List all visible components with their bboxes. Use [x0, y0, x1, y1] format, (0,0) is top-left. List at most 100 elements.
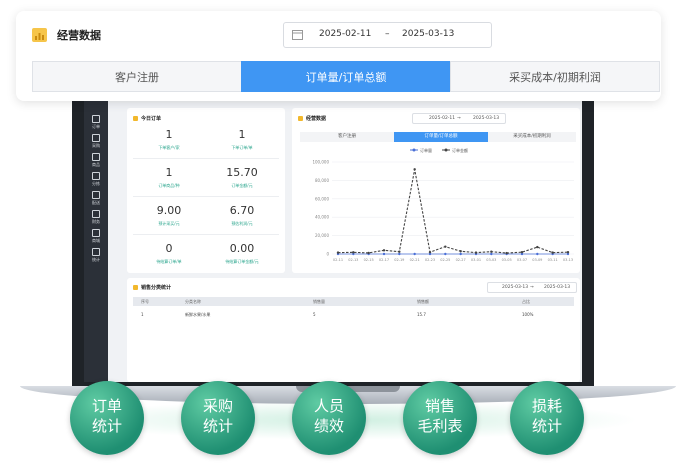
- stat-value: 6.70: [229, 204, 255, 217]
- y-tick-label: 40,000: [315, 215, 329, 220]
- tab-purchase-cost[interactable]: 采买成本/初期利润: [450, 61, 660, 92]
- feature-circle[interactable]: 人员 绩效: [292, 381, 366, 455]
- legend-marker: [412, 148, 416, 152]
- legend-marker: [444, 148, 448, 152]
- mini-date-range[interactable]: 2025-02-11 → 2025-03-13: [412, 113, 506, 124]
- stat-label: 订单商品/种: [158, 183, 180, 188]
- date-start: 2025-02-11: [319, 29, 372, 39]
- sidebar-item-label: 统计: [92, 257, 100, 262]
- data-point: [428, 250, 432, 254]
- orders-line-chart: 订单量 订单金额100,00080,00060,00040,00020,00000…: [312, 147, 574, 262]
- x-tick-label: 02-27: [456, 258, 466, 262]
- x-tick-label: 02-19: [394, 258, 404, 262]
- x-tick-label: 02-21: [410, 258, 420, 262]
- chart-icon: [32, 28, 47, 42]
- sidebar-item[interactable]: 统计: [86, 248, 106, 262]
- feature-line1: 损耗: [531, 397, 562, 415]
- x-tick-label: 03-07: [517, 258, 527, 262]
- data-point: [413, 168, 416, 171]
- box-icon: [92, 172, 100, 180]
- x-tick-label: 03-05: [502, 258, 512, 262]
- y-tick-label: 0: [326, 252, 329, 257]
- mini-tabs: 客户注册 订单量/订单总额 采买成本/初期利润: [300, 132, 576, 142]
- data-point: [474, 251, 478, 254]
- card-tabs: 客户注册 订单量/订单总额 采买成本/初期利润: [32, 61, 660, 92]
- laptop-screen: 管理订单采购商品分拣配送财务商城统计 今日订单 1下单客户/家1下单订单/单1订…: [84, 92, 582, 382]
- mini-tab[interactable]: 采买成本/初期利润: [488, 132, 576, 142]
- x-tick-label: 02-11: [333, 258, 343, 262]
- sales-date-range[interactable]: 2025-03-13 → 2025-03-13: [487, 282, 577, 293]
- date-end: 2025-03-13: [402, 29, 455, 39]
- sales-date-start: 2025-03-13: [502, 285, 529, 290]
- feature-circle[interactable]: 订单 统计: [70, 381, 144, 455]
- y-tick-label: 80,000: [315, 178, 329, 183]
- tab-customer-register[interactable]: 客户注册: [32, 61, 242, 92]
- x-tick-label: 03-09: [532, 258, 542, 262]
- data-point: [382, 249, 386, 252]
- panel-marker-icon: [133, 116, 138, 121]
- series-line-amount: [337, 169, 569, 254]
- sidebar-item[interactable]: 采购: [86, 134, 106, 148]
- tab-orders[interactable]: 订单量/订单总额: [241, 61, 451, 92]
- feature-line2: 统计: [202, 417, 233, 435]
- data-point: [444, 245, 447, 248]
- data-point: [490, 252, 493, 256]
- app-sidebar: 管理订单采购商品分拣配送财务商城统计: [84, 92, 108, 382]
- sales-date-sep: →: [530, 285, 534, 290]
- feature-circle[interactable]: 采购 统计: [181, 381, 255, 455]
- table-cell: 100%: [522, 312, 534, 317]
- data-point: [459, 250, 462, 253]
- sidebar-item[interactable]: 订单: [86, 115, 106, 129]
- sidebar-item[interactable]: 商品: [86, 153, 106, 167]
- data-point: [398, 252, 401, 256]
- sidebar-item-label: 商城: [92, 238, 100, 243]
- x-tick-label: 03-13: [563, 258, 573, 262]
- mini-tab[interactable]: 客户注册: [300, 132, 394, 142]
- feature-circle[interactable]: 损耗 统计: [510, 381, 584, 455]
- feature-line1: 订单: [91, 397, 122, 415]
- sidebar-item-label: 分拣: [92, 181, 100, 186]
- feature-line1: 人员: [313, 397, 344, 415]
- table-cell: 15.7: [417, 312, 426, 317]
- divider: [133, 234, 279, 235]
- calendar-icon: [292, 30, 303, 40]
- sidebar-item[interactable]: 商城: [86, 229, 106, 243]
- panel-marker-icon: [133, 285, 138, 290]
- stat-label: 预估利润/元: [231, 221, 253, 226]
- feature-line2: 绩效: [313, 417, 344, 435]
- sidebar-item[interactable]: 分拣: [86, 172, 106, 186]
- feature-line2: 统计: [531, 417, 562, 435]
- data-point: [352, 251, 355, 254]
- date-separator: –: [385, 29, 390, 39]
- data-point: [398, 250, 401, 253]
- stat-value: 0.00: [229, 242, 255, 255]
- sales-date-end: 2025-03-13: [544, 285, 571, 290]
- home-icon: [92, 153, 100, 161]
- table-header-cell: 销售额: [417, 299, 429, 304]
- feature-circle[interactable]: 销售 毛利表: [403, 381, 477, 455]
- y-tick-label: 100,000: [312, 160, 329, 165]
- stat-value: 1: [238, 128, 246, 141]
- x-tick-label: 03-01: [471, 258, 481, 262]
- today-orders-panel: 今日订单 1 下单客户/家 1 下单订单/单 1 订单商品/种 15.70 订单金额/元 9.0…: [127, 108, 285, 273]
- sidebar-item[interactable]: 配送: [86, 191, 106, 205]
- truck-icon: [92, 191, 100, 199]
- stat-label: 下单订单/单: [231, 145, 253, 150]
- mini-tab[interactable]: 订单量/订单总额: [394, 132, 488, 142]
- cart-icon: [92, 134, 100, 142]
- mini-date-end: 2025-03-13: [473, 116, 500, 121]
- sidebar-item[interactable]: 财务: [86, 210, 106, 224]
- feature-line2: 毛利表: [417, 417, 463, 435]
- database-icon: [92, 210, 100, 218]
- feature-line1: 销售: [424, 397, 455, 415]
- date-range-picker[interactable]: 2025-02-11 – 2025-03-13: [283, 22, 492, 48]
- table-header-cell: 销售量: [313, 299, 325, 304]
- data-point: [367, 251, 370, 255]
- business-data-panel: 经营数据 2025-02-11 → 2025-03-13 客户注册 订单量/订单总…: [292, 108, 580, 273]
- sidebar-item-label: 订单: [92, 124, 100, 129]
- apps-icon: [92, 229, 100, 237]
- sidebar-item-label: 财务: [92, 219, 100, 224]
- stat-label: 订单金额/元: [231, 183, 253, 188]
- sidebar-item-label: 商品: [92, 162, 100, 167]
- data-point: [336, 251, 340, 254]
